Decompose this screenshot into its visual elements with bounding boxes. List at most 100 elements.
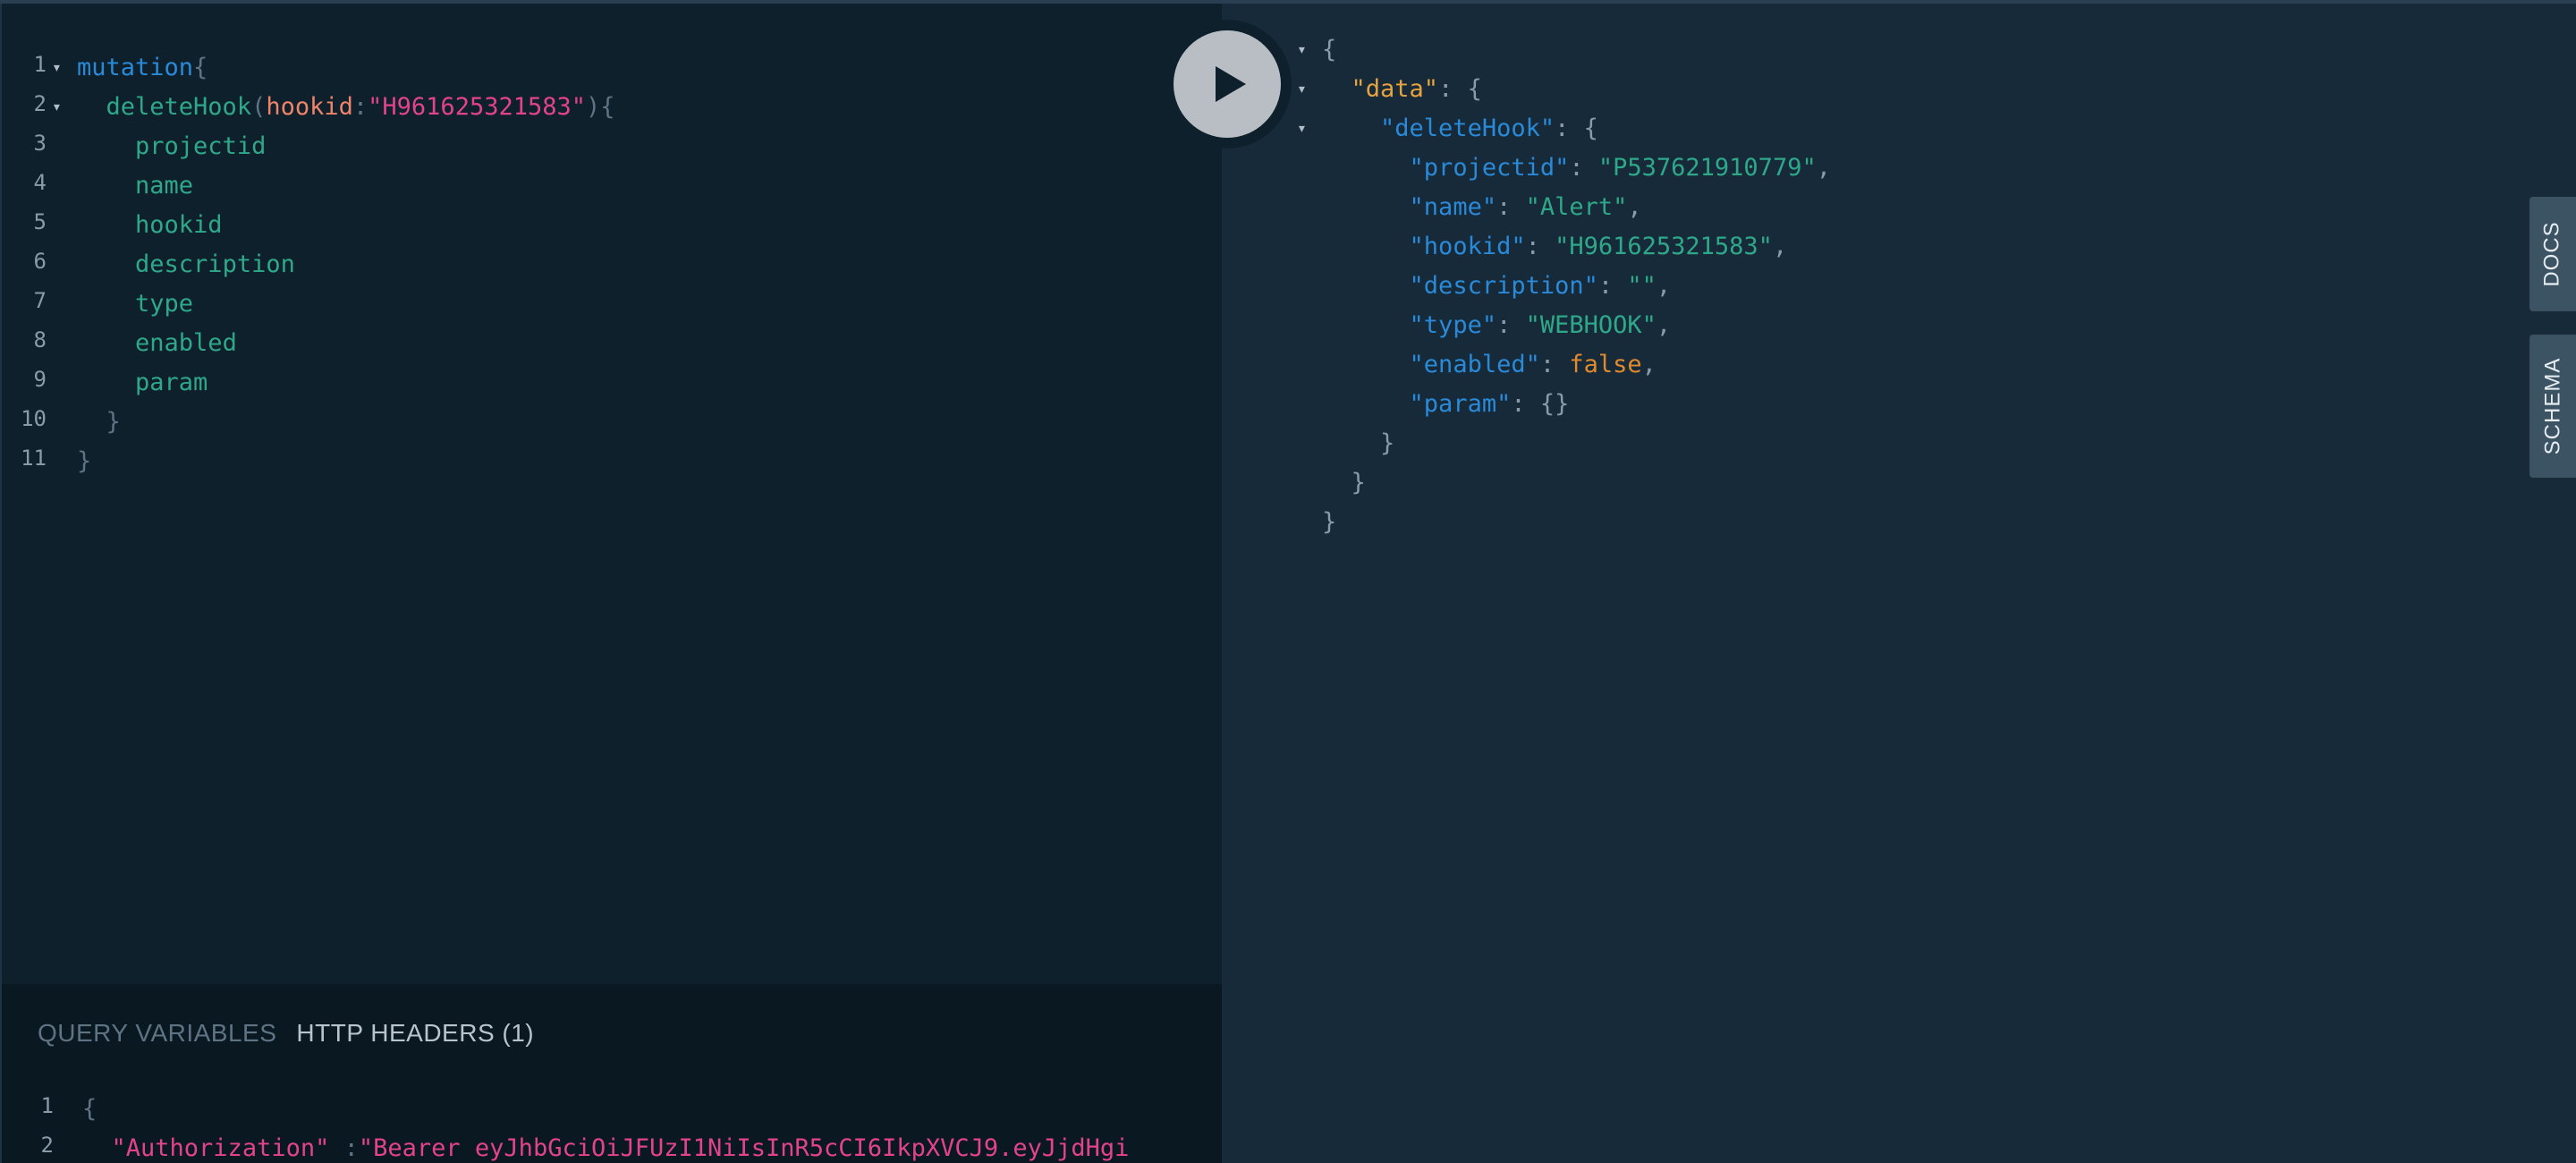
code-line[interactable]: 3 projectid [2,127,1222,166]
json-token: "Alert" [1525,193,1628,221]
line-number: 3 [33,131,47,156]
json-token: "type" [1409,311,1497,339]
variables-headers-panel: QUERY VARIABLES HTTP HEADERS (1) 1{2 "Au… [0,984,1222,1163]
code-token: "Bearer eyJhbGciOiJFUzI1NiIsInR5cCI6IkpX… [358,1134,1130,1162]
json-token: "P537621910779" [1597,154,1817,182]
json-token: : [1597,272,1628,300]
json-token: : { [1438,75,1482,103]
json-token: "" [1627,272,1657,300]
code-line[interactable]: 4 name [2,166,1222,206]
code-line[interactable]: 1{ [2,1090,1222,1129]
code-line[interactable]: 7 type [2,284,1222,324]
json-text: } [1322,424,1394,463]
code-token: ( [251,93,267,121]
json-line: "hookid": "H961625321583", [1222,227,2474,267]
json-line: } [1222,463,2474,503]
code-token: type [135,290,194,318]
code-line[interactable]: 6 description [2,245,1222,284]
code-line[interactable]: 8 enabled [2,324,1222,363]
json-token: "projectid" [1409,154,1570,182]
code-text: } [77,442,91,481]
play-icon [1216,66,1246,102]
code-text: projectid [77,127,266,166]
json-token: { [1322,36,1337,64]
json-token: "WEBHOOK" [1525,311,1657,339]
json-line: ▾{ [1222,30,2474,70]
line-number: 11 [21,446,47,471]
json-token: , [1627,193,1642,221]
code-line[interactable]: 2 "Authorization" :"Bearer eyJhbGciOiJFU… [2,1129,1222,1163]
code-line[interactable]: 2 ▾ deleteHook(hookid:"H961625321583"){ [2,88,1222,127]
caret-down-icon[interactable]: ▾ [52,88,62,127]
caret-down-icon[interactable]: ▾ [52,48,62,88]
code-token: } [106,408,121,436]
json-line: "description": "", [1222,267,2474,306]
code-token: hookid [135,211,223,239]
json-line: ▾ "deleteHook": { [1222,109,2474,149]
json-token: "param" [1409,390,1512,418]
json-token: "deleteHook" [1380,115,1555,142]
tab-query-variables[interactable]: QUERY VARIABLES [38,1011,276,1056]
json-token: , [1641,351,1657,378]
http-headers-editor[interactable]: 1{2 "Authorization" :"Bearer eyJhbGciOiJ… [2,1090,1222,1163]
docs-tab[interactable]: DOCS [2529,197,2576,311]
caret-down-icon[interactable]: ▾ [1297,30,1307,70]
json-token: } [1351,469,1366,497]
json-token: : {} [1511,390,1570,418]
code-token: enabled [135,329,237,357]
run-query-button[interactable] [1174,30,1281,138]
json-text: "enabled": false, [1322,345,1657,385]
json-line: } [1222,503,2474,542]
schema-tab[interactable]: SCHEMA [2529,335,2576,478]
json-text: "param": {} [1322,385,1570,424]
code-token: "Authorization" [111,1134,330,1162]
code-token: projectid [135,132,267,160]
code-text: hookid [77,206,223,245]
json-text: "description": "", [1322,267,1672,306]
line-number: 5 [33,209,47,234]
code-token: : [352,93,369,121]
line-number: 2 [33,91,47,116]
code-text: type [77,284,193,324]
json-token: : { [1555,115,1598,142]
query-code[interactable]: 1 ▾ mutation{2 ▾ deleteHook(hookid:"H961625… [2,48,1222,481]
json-text: "hookid": "H961625321583", [1322,227,1788,267]
json-token: "hookid" [1409,233,1526,260]
json-line: "type": "WEBHOOK", [1222,306,2474,345]
json-text: "name": "Alert", [1322,188,1642,227]
json-line: } [1222,424,2474,463]
code-line[interactable]: 10 } [2,403,1222,442]
code-token: } [77,447,92,475]
json-token: : [1496,193,1526,221]
json-line: "projectid": "P537621910779", [1222,149,2474,188]
json-token: : [1525,233,1555,260]
code-line[interactable]: 1 ▾ mutation{ [2,48,1222,88]
code-line[interactable]: 9 param [2,363,1222,403]
line-number: 6 [33,249,47,274]
caret-down-icon[interactable]: ▾ [1297,70,1307,109]
code-text: name [77,166,193,206]
code-line[interactable]: 5 hookid [2,206,1222,245]
json-token: "data" [1351,75,1439,103]
json-token: "description" [1409,272,1598,300]
code-token: : [329,1134,359,1162]
code-token: { [193,54,208,81]
caret-down-icon[interactable]: ▾ [1297,109,1307,149]
query-editor[interactable]: 1 ▾ mutation{2 ▾ deleteHook(hookid:"H961625… [0,4,1222,984]
json-text: "projectid": "P537621910779", [1322,149,1831,188]
json-line: "enabled": false, [1222,345,2474,385]
docs-tab-label: DOCS [2540,221,2564,287]
json-line: "name": "Alert", [1222,188,2474,227]
code-line[interactable]: 11} [2,442,1222,481]
tab-http-headers[interactable]: HTTP HEADERS (1) [296,1011,534,1056]
code-text: mutation{ [77,48,208,88]
